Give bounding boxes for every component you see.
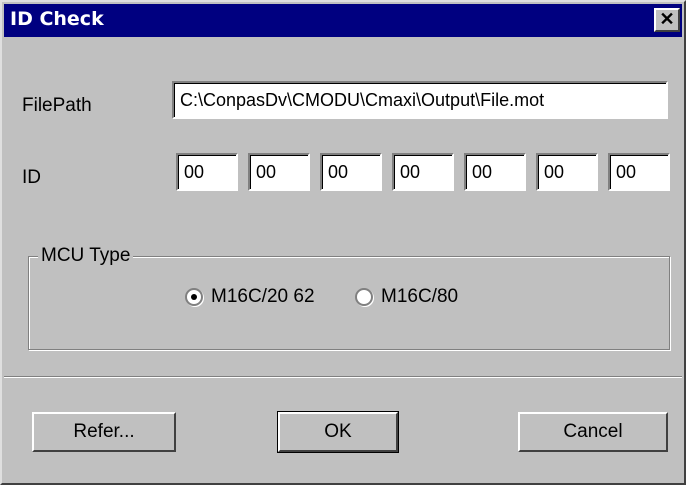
window-title: ID Check bbox=[10, 8, 104, 30]
filepath-input[interactable]: C:\ConpasDv\CMODU\Cmaxi\Output\File.mot bbox=[172, 81, 668, 119]
close-button[interactable]: ✕ bbox=[654, 8, 680, 32]
radio-m16c-20-62-label: M16C/20 62 bbox=[211, 286, 315, 307]
refer-button[interactable]: Refer... bbox=[32, 412, 176, 452]
radio-m16c-80[interactable]: M16C/80 bbox=[355, 285, 458, 309]
title-bar: ID Check ✕ bbox=[4, 4, 682, 37]
radio-m16c-80-label: M16C/80 bbox=[381, 286, 459, 307]
mcu-type-label: MCU Type bbox=[38, 245, 134, 267]
close-icon: ✕ bbox=[659, 9, 675, 29]
separator bbox=[4, 376, 682, 378]
cancel-button[interactable]: Cancel bbox=[518, 412, 668, 452]
id-field-2[interactable]: 00 bbox=[248, 153, 310, 191]
ok-button[interactable]: OK bbox=[277, 411, 399, 453]
radio-m16c-20-62[interactable]: M16C/20 62 bbox=[185, 285, 315, 309]
id-check-dialog: ID Check ✕ FilePath C:\ConpasDv\CMODU\Cm… bbox=[0, 0, 686, 485]
filepath-label: FilePath bbox=[22, 95, 92, 116]
id-label: ID bbox=[22, 167, 41, 188]
radio-unselected-icon bbox=[355, 288, 373, 306]
id-field-5[interactable]: 00 bbox=[464, 153, 526, 191]
id-field-1[interactable]: 00 bbox=[176, 153, 238, 191]
id-field-7[interactable]: 00 bbox=[608, 153, 670, 191]
mcu-type-group bbox=[28, 256, 670, 350]
id-field-3[interactable]: 00 bbox=[320, 153, 382, 191]
radio-selected-icon bbox=[185, 288, 203, 306]
id-field-6[interactable]: 00 bbox=[536, 153, 598, 191]
id-field-4[interactable]: 00 bbox=[392, 153, 454, 191]
